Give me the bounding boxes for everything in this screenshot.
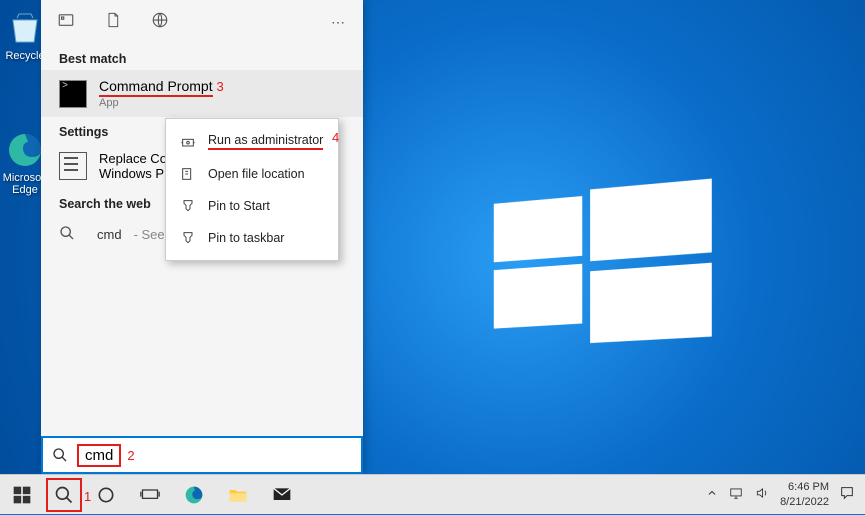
- folder-icon: [180, 166, 196, 182]
- start-button[interactable]: [0, 475, 44, 515]
- annotation-1: 1: [84, 489, 91, 504]
- tray-volume-icon[interactable]: [754, 486, 770, 503]
- search-icon: [59, 225, 75, 244]
- action-center-icon[interactable]: [839, 485, 855, 504]
- annotation-2: 2: [127, 448, 134, 463]
- ctx-item-label: Pin to Start: [208, 199, 270, 213]
- tray-network-icon[interactable]: [728, 486, 744, 503]
- pin-icon: [180, 230, 196, 246]
- taskbar: 1 6:46 PM 8/21/2022: [0, 474, 865, 514]
- taskbar-app-mail[interactable]: [260, 475, 304, 515]
- ctx-open-file-location[interactable]: Open file location: [166, 158, 338, 190]
- settings-toggle-icon: [59, 152, 87, 180]
- best-match-subtitle: App: [99, 97, 345, 109]
- admin-shield-icon: [180, 134, 196, 150]
- ctx-pin-to-start[interactable]: Pin to Start: [166, 190, 338, 222]
- search-icon: [43, 447, 77, 463]
- system-tray: 6:46 PM 8/21/2022: [696, 480, 865, 509]
- edge-icon: [5, 130, 45, 170]
- tray-overflow-icon[interactable]: [706, 487, 718, 502]
- search-input-value: cmd: [77, 444, 121, 467]
- ctx-run-as-administrator[interactable]: Run as administrator: [166, 125, 338, 158]
- taskbar-app-edge[interactable]: [172, 475, 216, 515]
- pin-icon: [180, 198, 196, 214]
- annotation-4: 4: [332, 130, 339, 145]
- tray-time: 6:46 PM: [780, 480, 829, 494]
- taskbar-search-button[interactable]: [46, 478, 82, 512]
- more-filters-button[interactable]: ⋯: [331, 14, 347, 31]
- documents-filter-icon[interactable]: [105, 11, 121, 34]
- best-match-result[interactable]: Command Prompt 3 App: [41, 70, 363, 117]
- windows-logo-wallpaper: [494, 183, 712, 347]
- ctx-item-label: Open file location: [208, 167, 305, 181]
- apps-filter-icon[interactable]: [57, 11, 75, 34]
- ctx-pin-to-taskbar[interactable]: Pin to taskbar: [166, 222, 338, 254]
- tray-clock[interactable]: 6:46 PM 8/21/2022: [780, 480, 829, 509]
- taskbar-app-explorer[interactable]: [216, 475, 260, 515]
- task-view-button[interactable]: [128, 475, 172, 515]
- ctx-item-label: Run as administrator: [208, 133, 323, 150]
- context-menu: Run as administrator Open file location …: [165, 118, 339, 261]
- best-match-title: Command Prompt 3: [99, 78, 345, 97]
- recycle-bin-icon: [5, 8, 45, 48]
- tray-date: 8/21/2022: [780, 495, 829, 509]
- web-filter-icon[interactable]: [151, 11, 169, 34]
- section-header-best-match: Best match: [41, 44, 363, 70]
- command-prompt-icon: [59, 80, 87, 108]
- search-input[interactable]: cmd 2: [41, 436, 363, 474]
- web-result-query: cmd: [97, 227, 122, 242]
- search-panel-topbar: ⋯: [41, 0, 363, 44]
- ctx-item-label: Pin to taskbar: [208, 231, 284, 245]
